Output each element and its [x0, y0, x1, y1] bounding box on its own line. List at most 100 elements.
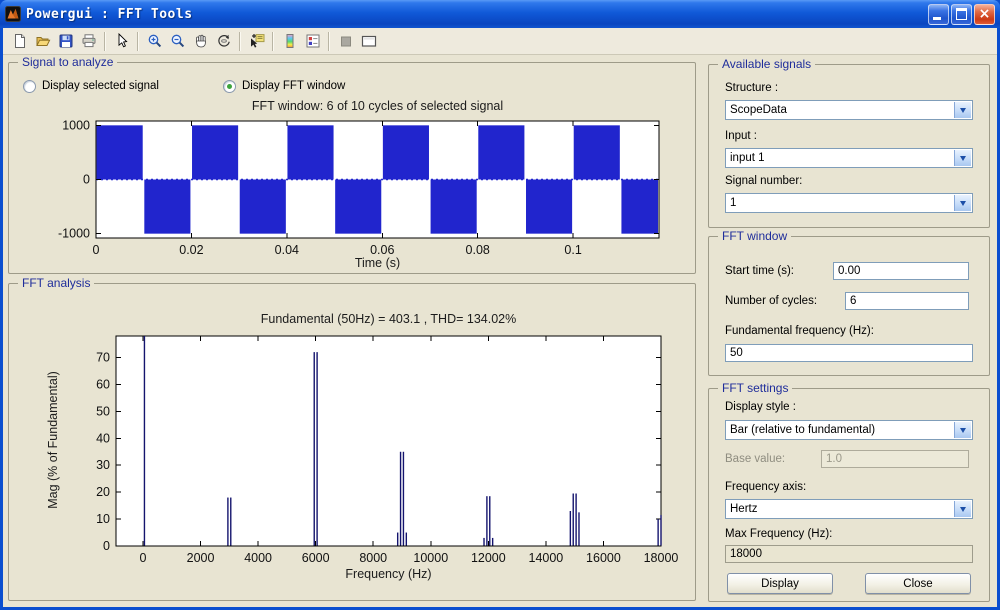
svg-text:0: 0 — [93, 243, 100, 257]
chevron-down-icon[interactable] — [954, 422, 971, 438]
svg-text:4000: 4000 — [244, 551, 272, 565]
toolbar-separator — [137, 32, 139, 51]
svg-text:60: 60 — [96, 377, 110, 391]
matlab-app-icon — [5, 6, 21, 22]
fft-window-title: FFT window — [718, 229, 791, 243]
svg-text:2000: 2000 — [187, 551, 215, 565]
display-button[interactable]: Display — [727, 573, 833, 594]
zoom-in-icon[interactable] — [143, 30, 166, 52]
base-value-label: Base value: — [725, 453, 785, 465]
signal-plot: 00.020.040.060.080.1-100001000 — [9, 63, 697, 275]
minimize-button[interactable] — [928, 4, 949, 25]
window-frame: Powergui : FFT Tools × — [0, 0, 1000, 610]
svg-text:20: 20 — [96, 485, 110, 499]
fft-analysis-group: FFT analysis Fundamental (50Hz) = 403.1 … — [8, 283, 696, 601]
chevron-down-icon[interactable] — [954, 150, 971, 166]
signal-number-label: Signal number: — [725, 175, 802, 187]
colorbar-icon[interactable] — [278, 30, 301, 52]
maximize-icon — [956, 8, 967, 20]
svg-text:16000: 16000 — [586, 551, 621, 565]
svg-text:0: 0 — [140, 551, 147, 565]
start-time-label: Start time (s): — [725, 265, 794, 277]
signal-number-value: 1 — [730, 197, 736, 209]
fft-window-group: FFT window Start time (s): Number of cyc… — [708, 236, 990, 376]
fft-settings-group: FFT settings Display style : Bar (relati… — [708, 388, 990, 602]
fft-settings-title: FFT settings — [718, 381, 792, 395]
input-label: Input : — [725, 130, 757, 142]
svg-text:0: 0 — [103, 539, 110, 553]
frequency-axis-label: Frequency axis: — [725, 481, 806, 493]
title-bar: Powergui : FFT Tools × — [0, 0, 1000, 28]
display-style-select[interactable]: Bar (relative to fundamental) — [725, 420, 973, 440]
save-icon[interactable] — [54, 30, 77, 52]
close-dialog-button[interactable]: Close — [865, 573, 971, 594]
cycles-label: Number of cycles: — [725, 295, 817, 307]
svg-text:10000: 10000 — [413, 551, 448, 565]
svg-text:-1000: -1000 — [58, 227, 90, 241]
available-signals-title: Available signals — [718, 57, 815, 71]
start-time-input[interactable] — [833, 262, 969, 280]
chevron-down-icon[interactable] — [954, 501, 971, 517]
data-cursor-icon[interactable] — [245, 30, 268, 52]
svg-text:8000: 8000 — [359, 551, 387, 565]
structure-select[interactable]: ScopeData — [725, 100, 973, 120]
svg-text:18000: 18000 — [644, 551, 679, 565]
toolbar-separator — [328, 32, 330, 51]
dialog-body: Signal to analyze Display selected signa… — [3, 28, 997, 607]
pan-icon[interactable] — [189, 30, 212, 52]
display-style-label: Display style : — [725, 401, 796, 413]
svg-text:10: 10 — [96, 512, 110, 526]
chevron-down-icon[interactable] — [954, 102, 971, 118]
maximize-button[interactable] — [951, 4, 972, 25]
show-plot-tools-icon[interactable] — [357, 30, 380, 52]
signal-number-select[interactable]: 1 — [725, 193, 973, 213]
display-style-value: Bar (relative to fundamental) — [730, 424, 875, 436]
available-signals-group: Available signals Structure : ScopeData … — [708, 64, 990, 228]
signal-xaxis-label: Time (s) — [96, 256, 659, 270]
toolbar-separator — [104, 32, 106, 51]
max-frequency-input[interactable] — [725, 545, 973, 563]
toolbar-separator — [272, 32, 274, 51]
svg-text:1000: 1000 — [62, 118, 90, 132]
open-file-icon[interactable] — [31, 30, 54, 52]
close-icon: × — [979, 7, 991, 21]
frequency-axis-select[interactable]: Hertz — [725, 499, 973, 519]
hide-plot-tools-icon[interactable] — [334, 30, 357, 52]
svg-text:6000: 6000 — [302, 551, 330, 565]
toolbar-separator — [239, 32, 241, 51]
frequency-axis-value: Hertz — [730, 503, 757, 515]
cycles-input[interactable] — [845, 292, 969, 310]
structure-value: ScopeData — [730, 104, 787, 116]
svg-text:40: 40 — [96, 431, 110, 445]
print-icon[interactable] — [77, 30, 100, 52]
new-file-icon[interactable] — [8, 30, 31, 52]
legend-icon[interactable] — [301, 30, 324, 52]
svg-text:0.02: 0.02 — [179, 243, 203, 257]
chevron-down-icon[interactable] — [954, 195, 971, 211]
svg-text:14000: 14000 — [529, 551, 564, 565]
spectrum-plot: 0 2000 4000 6000 8000 10000 12000 14000 16000 180… — [9, 284, 697, 602]
svg-text:70: 70 — [96, 351, 110, 365]
window-title: Powergui : FFT Tools — [26, 7, 926, 22]
input-select[interactable]: input 1 — [725, 148, 973, 168]
spectrum-xaxis-label: Frequency (Hz) — [116, 567, 661, 581]
pointer-icon[interactable] — [110, 30, 133, 52]
svg-text:0.06: 0.06 — [370, 243, 394, 257]
svg-text:0.08: 0.08 — [466, 243, 490, 257]
base-value-input — [821, 450, 969, 468]
powergui-fft-tools-window: { "window": { "title": "Powergui : FFT T… — [0, 0, 1000, 610]
input-value: input 1 — [730, 152, 765, 164]
minimize-icon — [933, 17, 941, 20]
svg-text:0: 0 — [83, 173, 90, 187]
svg-text:0.04: 0.04 — [275, 243, 299, 257]
fundamental-freq-input[interactable] — [725, 344, 973, 362]
zoom-out-icon[interactable] — [166, 30, 189, 52]
fundamental-freq-label: Fundamental frequency (Hz): — [725, 325, 874, 337]
svg-text:30: 30 — [96, 458, 110, 472]
svg-text:0.1: 0.1 — [564, 243, 581, 257]
max-frequency-label: Max Frequency (Hz): — [725, 528, 832, 540]
svg-text:50: 50 — [96, 404, 110, 418]
rotate-3d-icon[interactable] — [212, 30, 235, 52]
svg-text:12000: 12000 — [471, 551, 506, 565]
close-button[interactable]: × — [974, 4, 995, 25]
